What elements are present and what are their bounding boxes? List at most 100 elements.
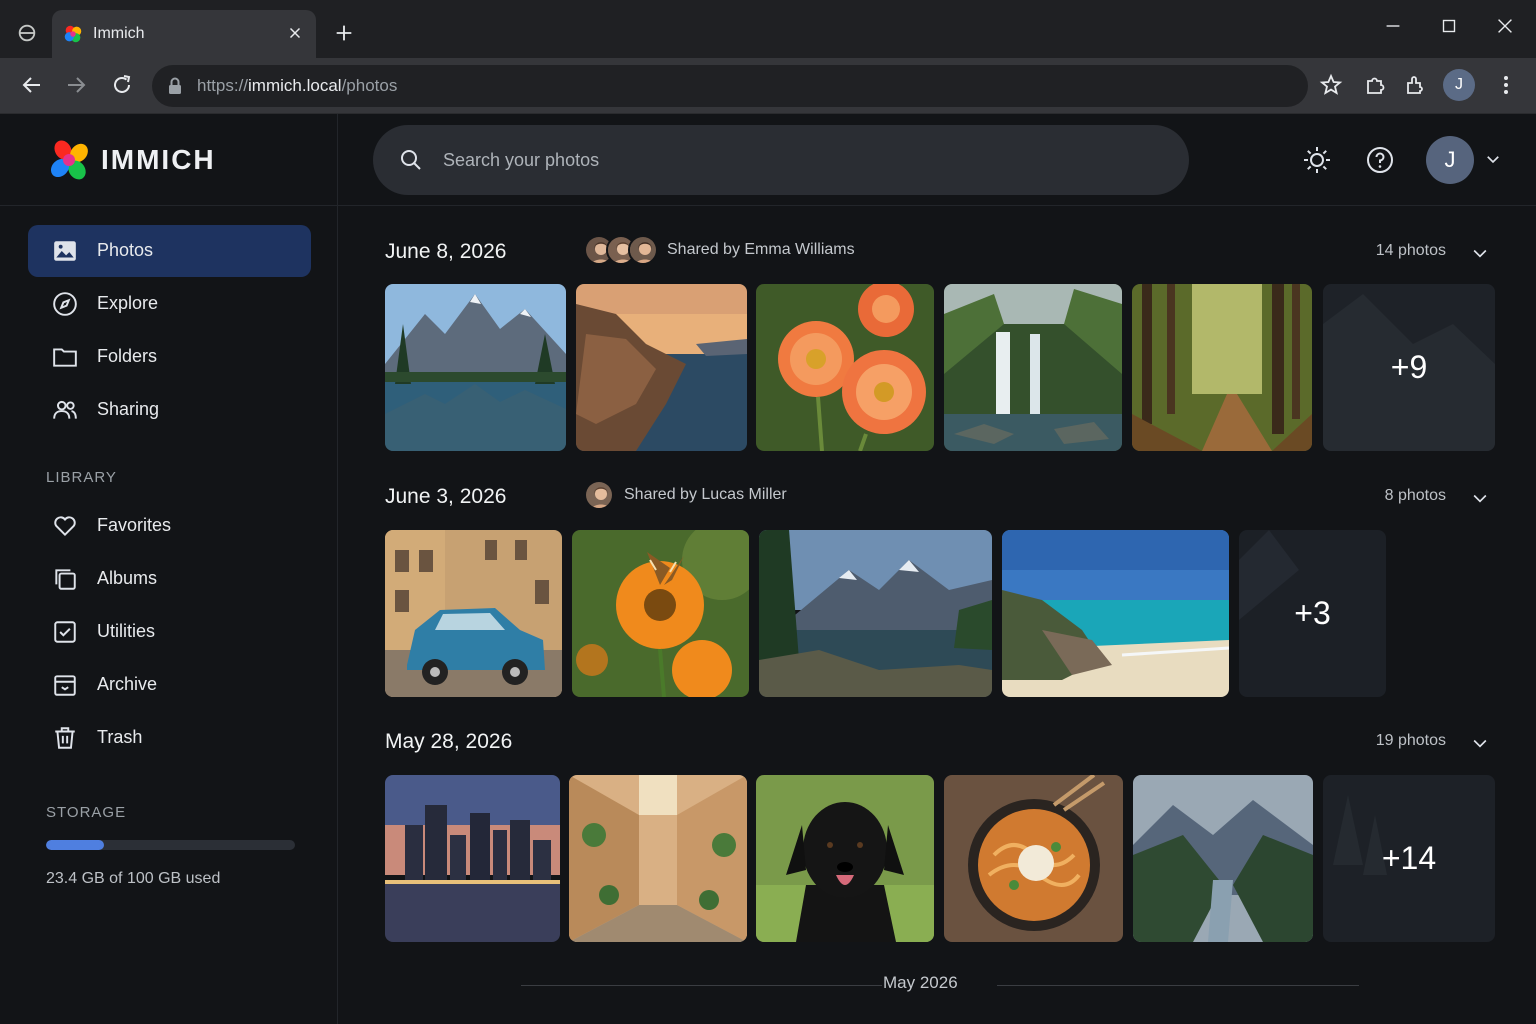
avatar — [628, 235, 658, 265]
photo-thumbnail-coastal-village-sunset[interactable] — [576, 284, 747, 451]
bookmark-star-icon[interactable] — [1319, 73, 1343, 97]
lock-icon[interactable] — [166, 76, 184, 96]
group-date: June 3, 2026 — [385, 485, 507, 508]
brand[interactable]: IMMICH — [0, 114, 338, 206]
photo-thumbnail-waterfall[interactable] — [944, 284, 1122, 451]
close-tab-icon[interactable] — [286, 24, 304, 42]
help-icon[interactable] — [1365, 145, 1395, 175]
photo-count: 14 photos — [1375, 242, 1446, 259]
photos-icon — [54, 241, 76, 261]
people-icon — [53, 400, 77, 419]
photo-thumbnail-noodle-bowl[interactable] — [944, 775, 1123, 942]
top-bar: J — [338, 114, 1536, 206]
month-divider-label: May 2026 — [883, 973, 958, 992]
tab-title: Immich — [93, 25, 145, 42]
chevron-down-icon[interactable] — [1470, 488, 1490, 508]
sidebar-item-label: Explore — [97, 293, 159, 313]
new-tab-icon[interactable] — [333, 22, 355, 44]
sidebar-item-archive[interactable]: Archive — [28, 659, 311, 711]
compass-icon — [53, 292, 77, 316]
chevron-down-icon[interactable] — [1470, 733, 1490, 753]
photo-thumbnail-narrow-alley[interactable] — [569, 775, 747, 942]
brand-name: IMMICH — [101, 144, 216, 175]
photo-thumbnail-mountain-river[interactable] — [759, 530, 992, 697]
checkbox-icon — [54, 621, 76, 643]
sidebar-item-label: Sharing — [97, 399, 160, 419]
browser-menu-icon[interactable] — [1494, 73, 1518, 97]
sidebar-item-folders[interactable]: Folders — [28, 331, 311, 383]
more-photos-tile[interactable]: +3 — [1239, 530, 1386, 697]
more-photos-tile[interactable]: +14 — [1323, 775, 1495, 942]
albums-icon — [55, 569, 76, 590]
sidebar-item-label: Folders — [97, 346, 158, 366]
browser-toolbar: https://immich.local/photos J — [0, 58, 1536, 114]
sidebar-item-trash[interactable]: Trash — [28, 712, 311, 764]
reload-icon[interactable] — [110, 73, 134, 97]
sidebar-item-label: Photos — [97, 240, 154, 260]
photo-count: 19 photos — [1375, 732, 1446, 749]
photo-thumbnail-forest-path[interactable] — [1132, 284, 1312, 451]
photo-thumbnail-blue-vintage-car[interactable] — [385, 530, 562, 697]
photo-count: 8 photos — [1384, 487, 1446, 504]
folder-icon — [53, 348, 77, 367]
back-icon[interactable] — [20, 73, 44, 97]
user-avatar[interactable]: J — [1426, 136, 1474, 184]
sidebar: IMMICH Photos Explore Folders Sharing LI… — [0, 114, 338, 1024]
group-date: May 28, 2026 — [385, 730, 513, 753]
photo-thumbnail-mountain-lake[interactable] — [385, 284, 566, 451]
photo-timeline: June 8, 2026 Shared by Emma Williams 14 … — [338, 206, 1536, 1024]
photo-thumbnail-misty-valley[interactable] — [1133, 775, 1313, 942]
sidebar-item-label: Utilities — [97, 621, 156, 641]
sidebar-item-label: Favorites — [97, 515, 172, 535]
heart-icon — [54, 516, 76, 537]
search-input[interactable] — [443, 145, 1143, 175]
forward-icon[interactable] — [64, 73, 88, 97]
address-bar[interactable]: https://immich.local/photos — [152, 65, 1308, 107]
maximize-icon[interactable] — [1438, 15, 1460, 37]
storage-heading: STORAGE — [46, 804, 127, 821]
url-text[interactable]: https://immich.local/photos — [197, 76, 397, 96]
storage-text: 23.4 GB of 100 GB used — [46, 870, 221, 887]
sidebar-item-sharing[interactable]: Sharing — [28, 384, 311, 436]
photo-thumbnail-butterfly-on-flower[interactable] — [572, 530, 749, 697]
extension-icon[interactable] — [1363, 73, 1387, 97]
month-divider-line — [997, 985, 1359, 986]
photo-thumbnail-black-labrador[interactable] — [756, 775, 934, 942]
sidebar-item-utilities[interactable]: Utilities — [28, 606, 311, 658]
chevron-down-icon[interactable] — [1470, 243, 1490, 263]
sidebar-item-explore[interactable]: Explore — [28, 278, 311, 330]
close-window-icon[interactable] — [1494, 15, 1516, 37]
sidebar-item-label: Albums — [97, 568, 158, 588]
theme-toggle-icon[interactable] — [1302, 145, 1332, 175]
shared-by-text: Shared by Emma Williams — [667, 241, 855, 258]
sidebar-item-albums[interactable]: Albums — [28, 553, 311, 605]
browser-profile-avatar[interactable]: J — [1443, 69, 1475, 101]
avatar — [584, 480, 614, 510]
chevron-down-icon[interactable] — [1484, 150, 1502, 168]
archive-icon — [54, 675, 76, 696]
more-count: +14 — [1381, 840, 1437, 876]
sidebar-item-label: Archive — [97, 674, 158, 694]
month-divider-line — [521, 985, 882, 986]
more-photos-tile[interactable]: +9 — [1323, 284, 1495, 451]
more-count: +9 — [1390, 349, 1428, 385]
photo-thumbnail-city-skyline-night[interactable] — [385, 775, 560, 942]
shared-by-text: Shared by Lucas Miller — [624, 486, 787, 503]
tab-search-icon[interactable] — [16, 22, 38, 44]
sidebar-item-photos[interactable]: Photos — [28, 225, 311, 277]
search-bar[interactable] — [373, 125, 1189, 195]
immich-logo-icon — [50, 140, 88, 180]
puzzle-icon[interactable] — [1404, 73, 1428, 97]
immich-app: IMMICH Photos Explore Folders Sharing LI… — [0, 114, 1536, 1024]
trash-icon — [55, 727, 75, 749]
search-icon[interactable] — [399, 148, 423, 172]
sidebar-item-label: Trash — [97, 727, 143, 747]
photo-thumbnail-orange-dahlias[interactable] — [756, 284, 934, 451]
group-date: June 8, 2026 — [385, 240, 507, 263]
sidebar-item-favorites[interactable]: Favorites — [28, 500, 311, 552]
storage-bar — [46, 840, 295, 850]
minimize-icon[interactable] — [1382, 15, 1404, 37]
browser-tab[interactable]: Immich — [52, 10, 316, 58]
photo-thumbnail-tropical-beach[interactable] — [1002, 530, 1229, 697]
immich-favicon-icon — [64, 25, 82, 43]
